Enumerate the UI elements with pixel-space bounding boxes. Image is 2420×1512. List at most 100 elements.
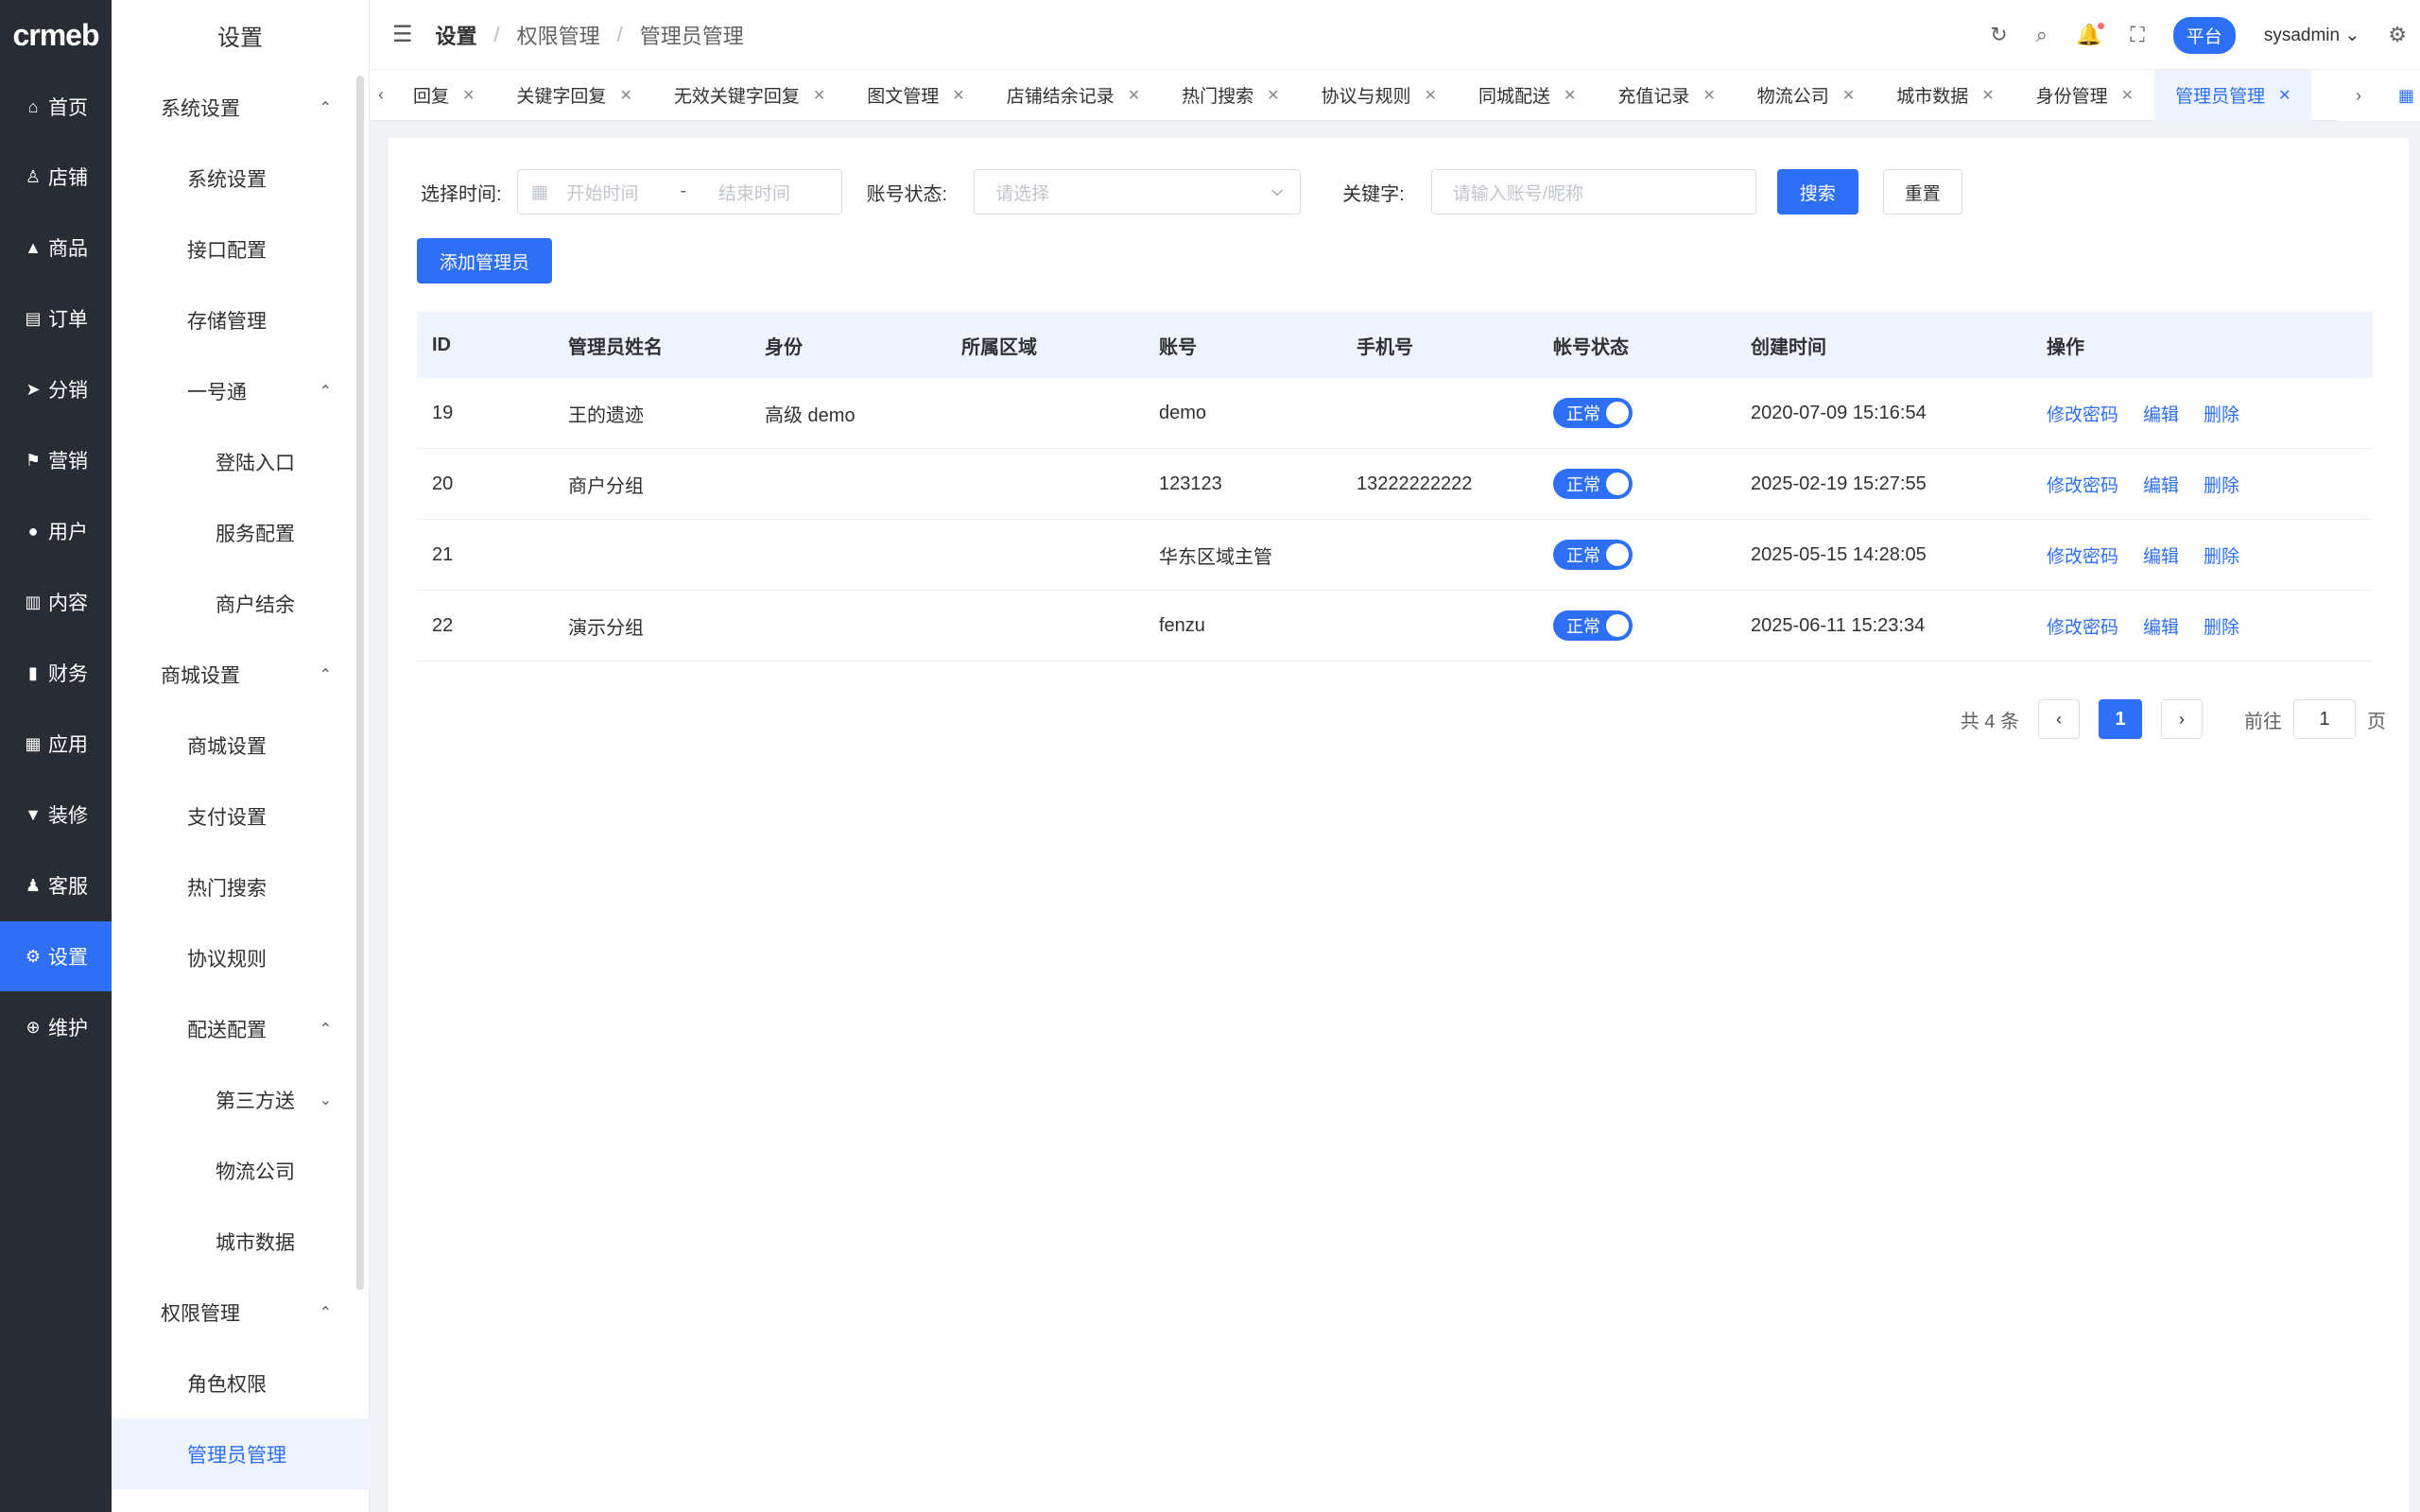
- close-icon[interactable]: ✕: [1564, 86, 1576, 105]
- close-icon[interactable]: ✕: [1703, 86, 1715, 105]
- status-select[interactable]: 请选择 ⌵: [974, 169, 1302, 215]
- next-page-button[interactable]: ›: [2161, 699, 2203, 739]
- search-button[interactable]: 搜索: [1776, 169, 1858, 215]
- submenu-item[interactable]: 服务配置: [112, 497, 370, 568]
- tab-item[interactable]: 店铺结余记录 ✕: [986, 70, 1161, 121]
- app-logo[interactable]: crmeb: [0, 0, 112, 70]
- submenu-item[interactable]: 接口配置: [112, 214, 370, 284]
- close-icon[interactable]: ✕: [1128, 86, 1140, 105]
- close-icon[interactable]: ✕: [813, 86, 825, 105]
- rail-item-user[interactable]: ● 用户: [0, 496, 112, 566]
- close-icon[interactable]: ✕: [1842, 86, 1855, 105]
- refresh-icon[interactable]: ↻: [1990, 23, 2007, 47]
- rail-item-distribution[interactable]: ➤ 分销: [0, 354, 112, 424]
- rail-item-maintenance[interactable]: ⊕ 维护: [0, 992, 112, 1062]
- date-range-picker[interactable]: ▦ 开始时间 - 结束时间: [516, 169, 842, 215]
- start-date-input[interactable]: 开始时间: [567, 180, 639, 205]
- gear-icon[interactable]: ⚙: [2388, 23, 2407, 47]
- tab-item[interactable]: 管理员管理 ✕: [2154, 69, 2312, 121]
- tab-item[interactable]: 协议与规则 ✕: [1301, 70, 1458, 121]
- tab-item[interactable]: 图文管理 ✕: [846, 70, 985, 121]
- status-toggle[interactable]: 正常: [1553, 610, 1633, 641]
- edit-link[interactable]: 编辑: [2143, 405, 2179, 425]
- delete-link[interactable]: 删除: [2204, 405, 2239, 425]
- edit-link[interactable]: 编辑: [2143, 476, 2179, 496]
- submenu-item[interactable]: 协议规则: [112, 922, 370, 993]
- rail-item-settings[interactable]: ⚙ 设置: [0, 921, 112, 991]
- rail-item-service[interactable]: ♟ 客服: [0, 850, 112, 920]
- status-toggle[interactable]: 正常: [1553, 540, 1633, 570]
- status-toggle[interactable]: 正常: [1553, 398, 1633, 428]
- tab-item[interactable]: 关键字回复 ✕: [495, 70, 652, 121]
- fullscreen-icon[interactable]: ⛶: [2130, 23, 2144, 47]
- tab-item[interactable]: 同城配送 ✕: [1458, 70, 1597, 121]
- submenu-item[interactable]: 管理员管理: [112, 1418, 370, 1489]
- submenu-item[interactable]: 系统设置 ⌃: [112, 72, 370, 143]
- submenu-item[interactable]: 一号通 ⌃: [112, 355, 370, 426]
- tab-item[interactable]: 物流公司 ✕: [1737, 70, 1876, 121]
- submenu-item[interactable]: 权限管理 ⌃: [112, 1277, 370, 1348]
- page-number-current[interactable]: 1: [2099, 699, 2142, 739]
- change-password-link[interactable]: 修改密码: [2047, 618, 2118, 638]
- delete-link[interactable]: 删除: [2204, 618, 2239, 638]
- rail-item-order[interactable]: ▤ 订单: [0, 284, 112, 353]
- tabs-scroll-right-icon[interactable]: ›: [2347, 86, 2370, 106]
- close-icon[interactable]: ✕: [1425, 86, 1437, 105]
- rail-item-marketing[interactable]: ⚑ 营销: [0, 425, 112, 495]
- submenu-item[interactable]: 商城设置: [112, 710, 370, 781]
- rail-item-content[interactable]: ▥ 内容: [0, 567, 112, 637]
- submenu-item[interactable]: 系统设置: [112, 143, 370, 214]
- submenu-item[interactable]: 支付设置: [112, 781, 370, 851]
- user-menu[interactable]: sysadmin ⌄: [2264, 25, 2360, 46]
- tabs-scroll-left-icon[interactable]: ‹: [370, 85, 392, 105]
- goto-page-input[interactable]: 1: [2293, 699, 2356, 739]
- add-admin-button[interactable]: 添加管理员: [417, 238, 553, 284]
- delete-link[interactable]: 删除: [2204, 476, 2239, 496]
- close-icon[interactable]: ✕: [952, 86, 964, 105]
- submenu-scrollbar[interactable]: [356, 76, 364, 1290]
- edit-link[interactable]: 编辑: [2143, 618, 2179, 638]
- delete-link[interactable]: 删除: [2204, 547, 2239, 567]
- submenu-item[interactable]: 物流公司: [112, 1135, 370, 1206]
- submenu-item[interactable]: 商户结余: [112, 568, 370, 639]
- reset-button[interactable]: 重置: [1882, 169, 1962, 215]
- tab-item[interactable]: 无效关键字回复 ✕: [653, 70, 846, 121]
- tab-item[interactable]: 身份管理 ✕: [2015, 70, 2154, 121]
- change-password-link[interactable]: 修改密码: [2047, 405, 2118, 425]
- close-icon[interactable]: ✕: [1267, 86, 1279, 105]
- tab-item[interactable]: 回复 ✕: [392, 70, 495, 121]
- close-icon[interactable]: ✕: [2278, 86, 2290, 105]
- breadcrumb-item[interactable]: 设置: [436, 20, 477, 50]
- tab-item[interactable]: 充值记录 ✕: [1597, 70, 1736, 121]
- search-icon[interactable]: ⌕: [2036, 23, 2048, 47]
- collapse-menu-icon[interactable]: ☰: [392, 21, 413, 48]
- notification-bell-icon[interactable]: 🔔: [2076, 23, 2105, 47]
- submenu-item[interactable]: 角色权限: [112, 1348, 370, 1418]
- rail-item-home[interactable]: ⌂ 首页: [0, 72, 112, 142]
- tabs-grid-icon[interactable]: ▦: [2398, 86, 2414, 106]
- close-icon[interactable]: ✕: [1981, 86, 1994, 105]
- rail-item-goods[interactable]: ▲ 商品: [0, 213, 112, 283]
- submenu-item[interactable]: 配送配置 ⌃: [112, 993, 370, 1064]
- tab-item[interactable]: 城市数据 ✕: [1876, 70, 2014, 121]
- submenu-item[interactable]: 商城设置 ⌃: [112, 639, 370, 710]
- submenu-item[interactable]: 城市数据: [112, 1206, 370, 1277]
- rail-item-finance[interactable]: ▮ 财务: [0, 638, 112, 708]
- status-toggle[interactable]: 正常: [1553, 469, 1633, 499]
- keyword-input[interactable]: 请输入账号/昵称: [1430, 169, 1756, 215]
- change-password-link[interactable]: 修改密码: [2047, 547, 2118, 567]
- submenu-item[interactable]: 第三方送 ⌄: [112, 1064, 370, 1135]
- submenu-item[interactable]: 存储管理: [112, 284, 370, 355]
- rail-item-decoration[interactable]: ▼ 装修: [0, 780, 112, 850]
- submenu-item[interactable]: 登陆入口: [112, 426, 370, 497]
- close-icon[interactable]: ✕: [462, 86, 475, 105]
- edit-link[interactable]: 编辑: [2143, 547, 2179, 567]
- rail-item-store[interactable]: ♙ 店铺: [0, 142, 112, 212]
- platform-badge[interactable]: 平台: [2172, 16, 2236, 54]
- breadcrumb-item[interactable]: 权限管理: [517, 20, 600, 50]
- close-icon[interactable]: ✕: [2121, 86, 2134, 105]
- submenu-item[interactable]: 热门搜索: [112, 851, 370, 922]
- end-date-input[interactable]: 结束时间: [718, 180, 790, 205]
- close-icon[interactable]: ✕: [619, 86, 631, 105]
- tab-item[interactable]: 热门搜索 ✕: [1161, 70, 1300, 121]
